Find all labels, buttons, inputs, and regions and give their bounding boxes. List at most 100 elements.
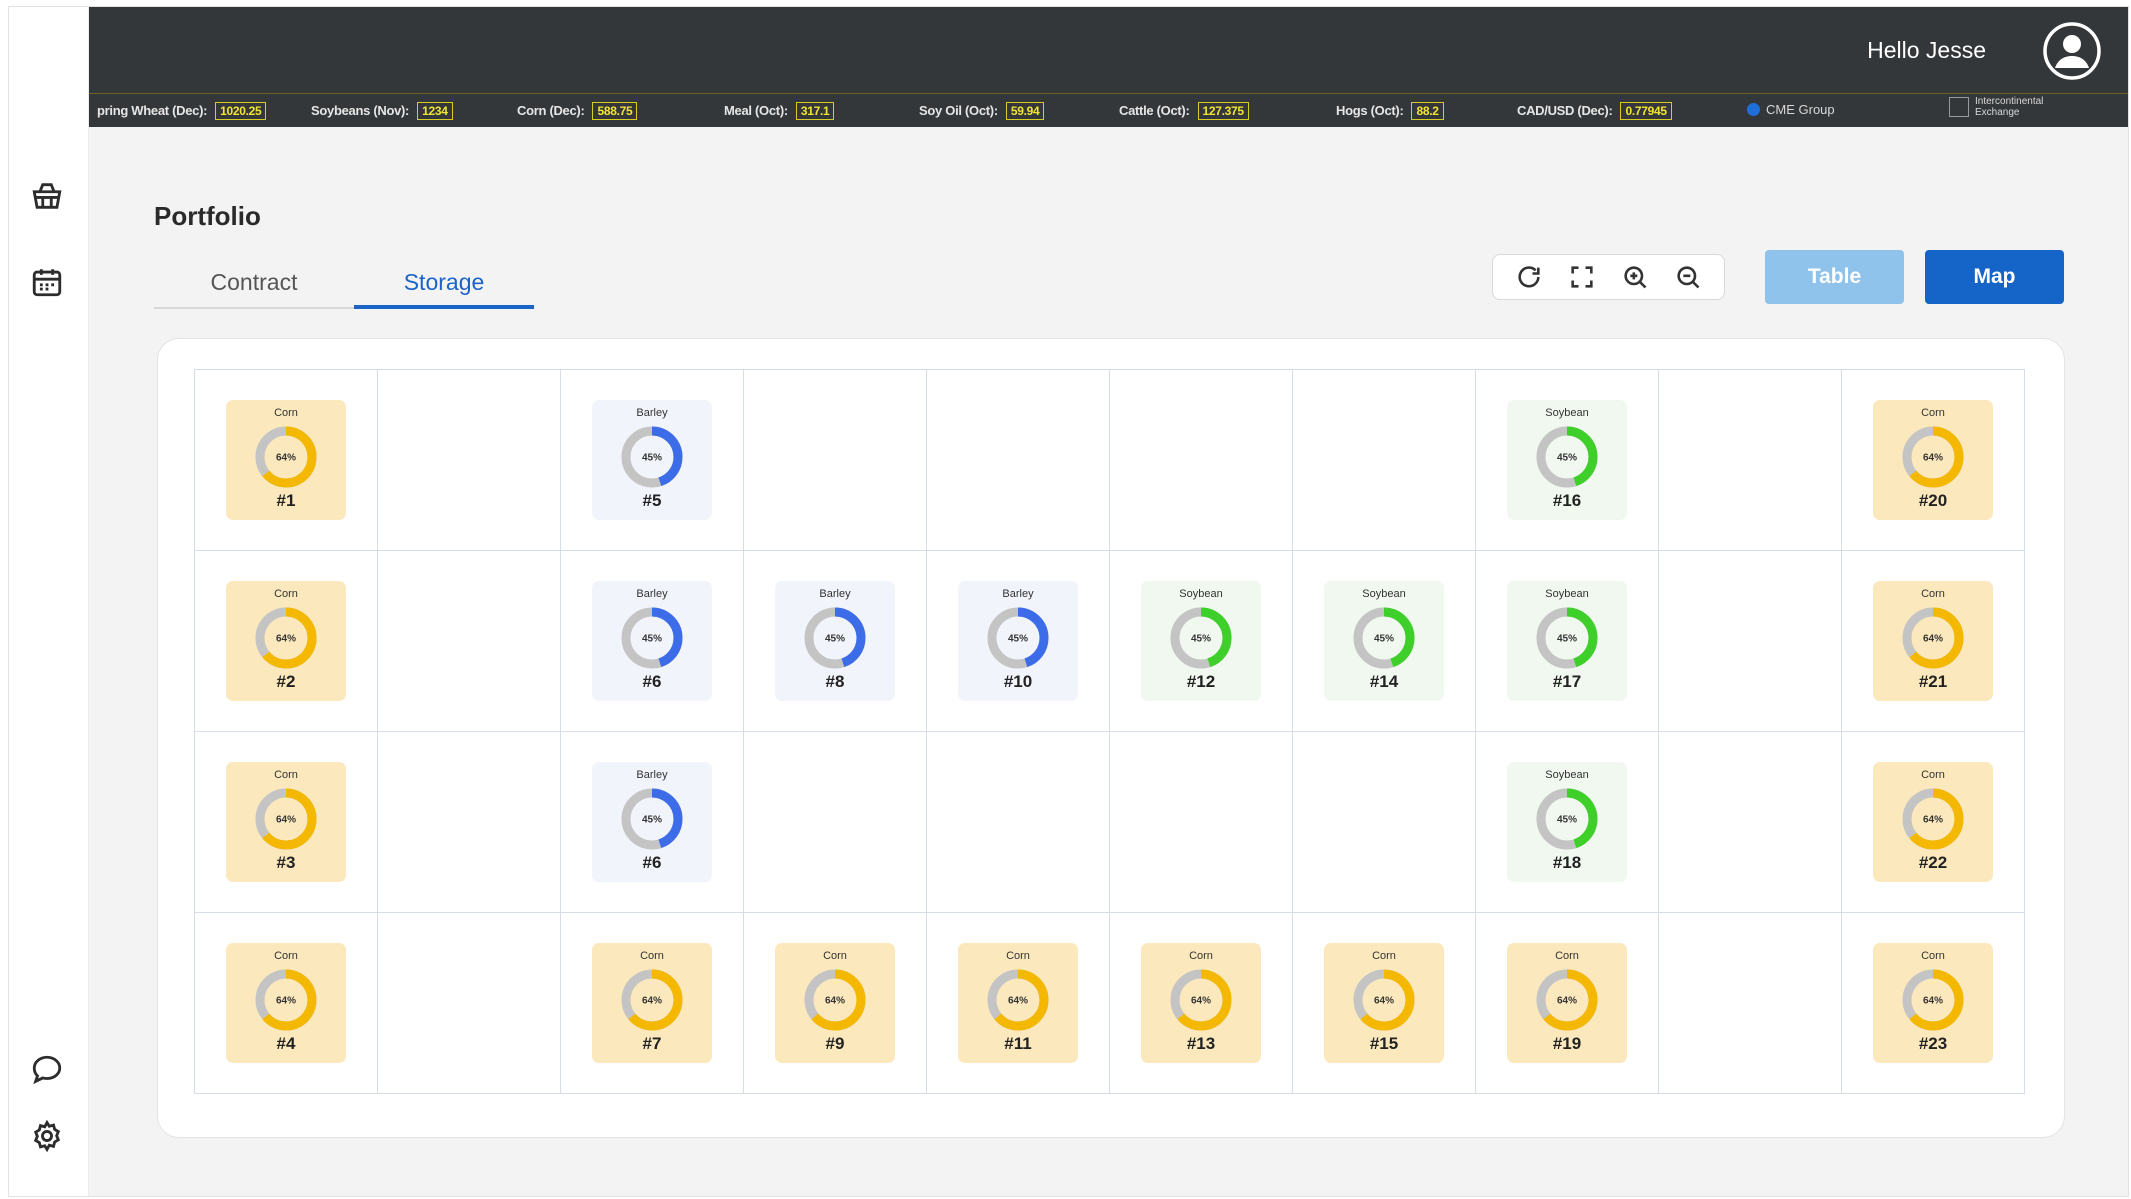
- storage-bin-card[interactable]: Soybean 45% #18: [1507, 762, 1627, 882]
- bin-number: #12: [1186, 672, 1216, 691]
- bin-crop-label: Corn: [274, 950, 298, 962]
- ticker-label: CAD/USD (Dec):: [1517, 103, 1613, 118]
- fill-percent-label: 64%: [276, 996, 296, 1007]
- user-avatar-icon[interactable]: [2042, 21, 2102, 81]
- storage-bin-card[interactable]: Soybean 45% #16: [1507, 400, 1627, 520]
- chat-icon[interactable]: [28, 1051, 66, 1089]
- fill-percent-label: 64%: [276, 634, 296, 645]
- fill-percent-label: 64%: [1374, 996, 1394, 1007]
- fill-percent-label: 45%: [1008, 634, 1028, 645]
- fill-percent-label: 64%: [1008, 996, 1028, 1007]
- storage-bin-card[interactable]: Barley 45% #6: [592, 581, 712, 701]
- storage-bin-card[interactable]: Soybean 45% #12: [1141, 581, 1261, 701]
- basket-icon[interactable]: [28, 177, 66, 215]
- tab-contract[interactable]: Contract: [154, 269, 354, 309]
- fill-percent-label: 64%: [1923, 815, 1943, 826]
- storage-bin-card[interactable]: Corn 64% #2: [226, 581, 346, 701]
- fill-level-donut: 64%: [1902, 969, 1964, 1031]
- bin-crop-label: Barley: [819, 588, 851, 600]
- grid-cell: Corn 64% #13: [1110, 913, 1293, 1094]
- bin-number: #2: [276, 672, 296, 691]
- fill-level-donut: 64%: [1902, 426, 1964, 488]
- ticker-item: Soy Oil (Oct): 59.94: [919, 102, 1045, 120]
- grid-cell: [927, 370, 1110, 551]
- map-view-button[interactable]: Map: [1925, 250, 2064, 304]
- grid-cell: Soybean 45% #17: [1476, 551, 1659, 732]
- grid-cell: Corn 64% #4: [195, 913, 378, 1094]
- grid-cell: Corn 64% #20: [1842, 370, 2025, 551]
- fill-level-donut: 45%: [804, 607, 866, 669]
- storage-bin-card[interactable]: Corn 64% #3: [226, 762, 346, 882]
- storage-bin-card[interactable]: Corn 64% #20: [1873, 400, 1993, 520]
- storage-bin-card[interactable]: Soybean 45% #17: [1507, 581, 1627, 701]
- ticker-item: Meal (Oct): 317.1: [724, 102, 835, 120]
- storage-bin-card[interactable]: Barley 45% #5: [592, 400, 712, 520]
- market-ticker: pring Wheat (Dec): 1020.25 Soybeans (Nov)…: [89, 93, 2128, 127]
- bin-number: #7: [642, 1034, 662, 1053]
- fullscreen-icon[interactable]: [1565, 260, 1599, 294]
- refresh-icon[interactable]: [1512, 260, 1546, 294]
- ice-logo: Intercontinental Exchange: [1949, 96, 2043, 118]
- bin-crop-label: Corn: [1921, 769, 1945, 781]
- storage-bin-card[interactable]: Barley 45% #10: [958, 581, 1078, 701]
- ticker-value: 1234: [417, 102, 453, 120]
- grid-cell: [378, 913, 561, 1094]
- storage-bin-card[interactable]: Corn 64% #21: [1873, 581, 1993, 701]
- zoom-out-icon[interactable]: [1671, 260, 1705, 294]
- bin-number: #21: [1918, 672, 1948, 691]
- bin-crop-label: Soybean: [1545, 769, 1589, 781]
- cme-group-logo: CME Group: [1747, 102, 1835, 117]
- storage-bin-card[interactable]: Corn 64% #15: [1324, 943, 1444, 1063]
- bin-number: #17: [1552, 672, 1582, 691]
- ice-logo-icon: [1949, 97, 1969, 117]
- grid-cell: Corn 64% #1: [195, 370, 378, 551]
- zoom-in-icon[interactable]: [1618, 260, 1652, 294]
- storage-bin-card[interactable]: Corn 64% #4: [226, 943, 346, 1063]
- fill-percent-label: 45%: [642, 815, 662, 826]
- ticker-label: pring Wheat (Dec):: [97, 103, 208, 118]
- storage-bin-card[interactable]: Corn 64% #7: [592, 943, 712, 1063]
- storage-bin-card[interactable]: Barley 45% #6: [592, 762, 712, 882]
- fill-level-donut: 45%: [1536, 788, 1598, 850]
- storage-bin-card[interactable]: Corn 64% #9: [775, 943, 895, 1063]
- bin-crop-label: Barley: [636, 407, 668, 419]
- tab-storage[interactable]: Storage: [354, 269, 534, 309]
- ticker-value: 127.375: [1197, 102, 1249, 120]
- storage-bin-card[interactable]: Soybean 45% #14: [1324, 581, 1444, 701]
- bin-crop-label: Soybean: [1179, 588, 1223, 600]
- fill-level-donut: 45%: [621, 788, 683, 850]
- storage-bin-card[interactable]: Corn 64% #22: [1873, 762, 1993, 882]
- map-toolbar: [1492, 254, 1725, 300]
- fill-level-donut: 64%: [255, 788, 317, 850]
- bin-number: #11: [1004, 1034, 1032, 1053]
- grid-cell: [1659, 732, 1842, 913]
- grid-cell: [744, 370, 927, 551]
- bin-crop-label: Corn: [823, 950, 847, 962]
- bin-number: #9: [825, 1034, 845, 1053]
- fill-percent-label: 64%: [1923, 453, 1943, 464]
- table-view-button[interactable]: Table: [1765, 250, 1904, 304]
- storage-bin-card[interactable]: Corn 64% #1: [226, 400, 346, 520]
- bin-number: #16: [1552, 491, 1582, 510]
- fill-level-donut: 64%: [1536, 969, 1598, 1031]
- grid-cell: Barley 45% #8: [744, 551, 927, 732]
- bin-number: #20: [1918, 491, 1948, 510]
- grid-cell: Barley 45% #6: [561, 732, 744, 913]
- fill-level-donut: 64%: [255, 607, 317, 669]
- storage-bin-card[interactable]: Barley 45% #8: [775, 581, 895, 701]
- gear-icon[interactable]: [28, 1117, 66, 1155]
- calendar-icon[interactable]: [28, 263, 66, 301]
- ticker-value: 1020.25: [215, 102, 267, 120]
- bin-number: #10: [1003, 672, 1033, 691]
- grid-cell: Soybean 45% #18: [1476, 732, 1659, 913]
- storage-bin-card[interactable]: Corn 64% #13: [1141, 943, 1261, 1063]
- bin-number: #18: [1552, 853, 1582, 872]
- fill-percent-label: 64%: [825, 996, 845, 1007]
- storage-bin-card[interactable]: Corn 64% #19: [1507, 943, 1627, 1063]
- storage-bin-card[interactable]: Corn 64% #11: [958, 943, 1078, 1063]
- ticker-label: Corn (Dec):: [517, 103, 585, 118]
- fill-level-donut: 45%: [1536, 607, 1598, 669]
- fill-percent-label: 64%: [1191, 996, 1211, 1007]
- storage-bin-card[interactable]: Corn 64% #23: [1873, 943, 1993, 1063]
- ticker-item: CAD/USD (Dec): 0.77945: [1517, 102, 1672, 120]
